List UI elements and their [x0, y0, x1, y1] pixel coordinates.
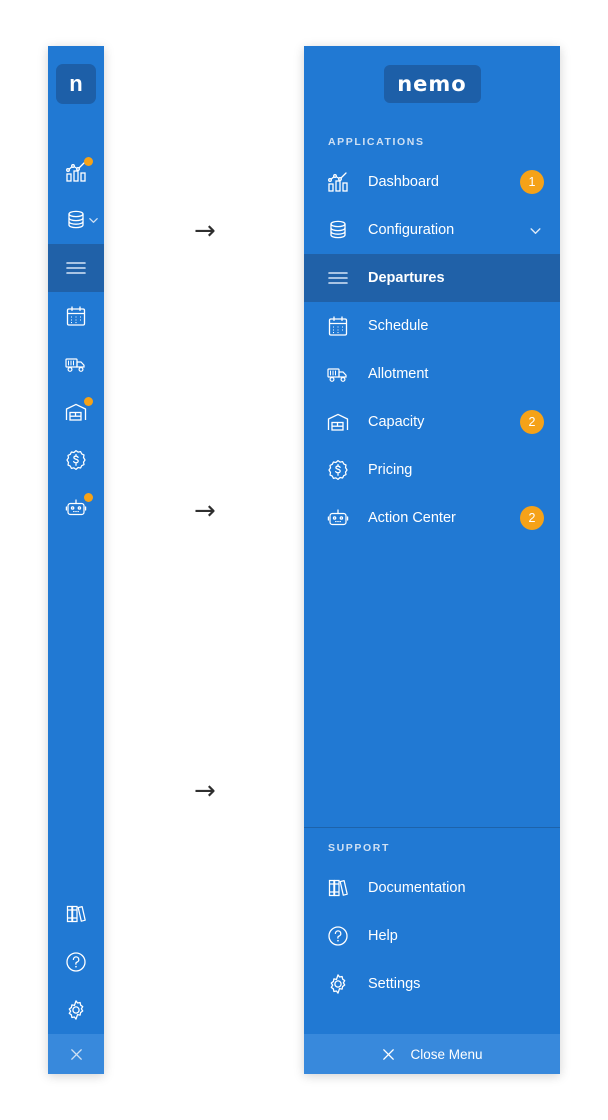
close-menu-label: Close Menu	[410, 1046, 483, 1062]
support-section-label: SUPPORT	[328, 842, 390, 854]
warehouse-icon	[324, 408, 352, 436]
close-icon	[381, 1047, 396, 1062]
gear-icon	[324, 970, 352, 998]
nav-item-dashboard[interactable]: Dashboard 1	[304, 158, 560, 206]
close-icon	[69, 1047, 84, 1062]
nav-item-documentation[interactable]: Documentation	[304, 864, 560, 912]
chevron-down-icon[interactable]	[529, 224, 542, 237]
nav-label: Schedule	[368, 318, 429, 334]
rail-logo[interactable]: n	[56, 64, 96, 104]
nav-label: Documentation	[368, 880, 466, 896]
robot-icon	[324, 504, 352, 532]
nemo-logo[interactable]: APPLICATIONS nemo	[383, 65, 481, 103]
status-badge: 2	[520, 410, 544, 434]
list-icon	[64, 256, 88, 280]
transition-arrow: →	[194, 216, 216, 246]
rail-item-help[interactable]	[48, 938, 104, 986]
nav-item-capacity[interactable]: Capacity 2	[304, 398, 560, 446]
rail-item-settings[interactable]	[48, 986, 104, 1034]
nav-item-pricing[interactable]: Pricing	[304, 446, 560, 494]
expanded-sidebar: APPLICATIONS nemo APPLICATIONS Dashboard…	[304, 46, 560, 1074]
panel-bottom-gap	[304, 1008, 560, 1034]
collapsed-sidebar: n	[48, 46, 104, 1074]
close-menu-button[interactable]: Close Menu	[304, 1034, 560, 1074]
status-badge: 1	[520, 170, 544, 194]
question-circle-icon	[324, 922, 352, 950]
support-nav: Documentation Help Settings	[304, 864, 560, 1008]
nav-label: Pricing	[368, 462, 413, 478]
books-icon	[324, 874, 352, 902]
gear-icon	[64, 998, 88, 1022]
rail-logo-glyph: n	[69, 71, 83, 96]
rail-item-action-center[interactable]	[48, 484, 104, 532]
calendar-icon	[324, 312, 352, 340]
notification-dot	[84, 157, 93, 166]
rail-item-departures[interactable]	[48, 244, 104, 292]
status-badge: 2	[520, 506, 544, 530]
transition-arrow: →	[194, 776, 216, 806]
chart-icon	[324, 168, 352, 196]
truck-icon	[324, 360, 352, 388]
panel-filler	[304, 542, 560, 827]
list-icon	[324, 264, 352, 292]
notification-dot	[84, 397, 93, 406]
applications-nav: Dashboard 1 Configuration Departures Sch…	[304, 158, 560, 542]
nav-label: Dashboard	[368, 174, 439, 190]
nav-item-schedule[interactable]: Schedule	[304, 302, 560, 350]
nav-item-allotment[interactable]: Allotment	[304, 350, 560, 398]
dollar-badge-icon	[64, 448, 88, 472]
notification-dot	[84, 493, 93, 502]
nav-label: Allotment	[368, 366, 429, 382]
calendar-icon	[64, 304, 88, 328]
nav-item-configuration[interactable]: Configuration	[304, 206, 560, 254]
nav-label: Departures	[368, 270, 445, 286]
nav-label: Settings	[368, 976, 421, 992]
rail-item-pricing[interactable]	[48, 436, 104, 484]
panel-header: APPLICATIONS nemo	[304, 46, 560, 122]
rail-item-allotment[interactable]	[48, 340, 104, 388]
rail-item-dashboard[interactable]	[48, 148, 104, 196]
rail-item-documentation[interactable]	[48, 890, 104, 938]
nav-item-help[interactable]: Help	[304, 912, 560, 960]
database-icon	[324, 216, 352, 244]
rail-item-configuration[interactable]	[48, 196, 104, 244]
transition-arrow: →	[194, 496, 216, 526]
nav-item-settings[interactable]: Settings	[304, 960, 560, 1008]
nav-label: Capacity	[368, 414, 425, 430]
applications-section-label: APPLICATIONS	[328, 136, 425, 148]
truck-icon	[64, 352, 88, 376]
nav-label: Action Center	[368, 510, 456, 526]
question-circle-icon	[64, 950, 88, 974]
rail-item-schedule[interactable]	[48, 292, 104, 340]
database-icon	[64, 208, 88, 232]
nav-label: Help	[368, 928, 398, 944]
nav-label: Configuration	[368, 222, 455, 238]
nav-item-action-center[interactable]: Action Center 2	[304, 494, 560, 542]
dollar-badge-icon	[324, 456, 352, 484]
chevron-down-icon	[88, 215, 99, 226]
logo-wordmark: nemo	[397, 71, 467, 96]
books-icon	[64, 902, 88, 926]
screen: n → → → nemo APPLICATIONS Dashboard 1 Co…	[0, 0, 608, 1120]
rail-item-capacity[interactable]	[48, 388, 104, 436]
rail-close-button[interactable]	[48, 1034, 104, 1074]
nav-item-departures[interactable]: Departures	[304, 254, 560, 302]
